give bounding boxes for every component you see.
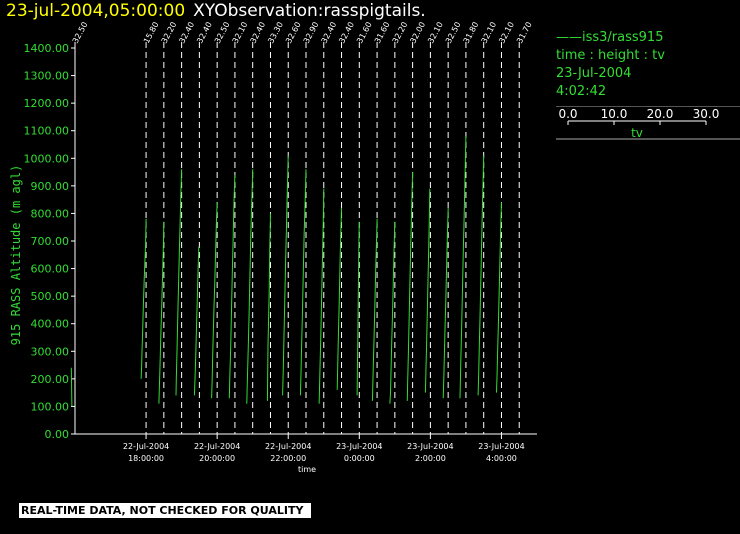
x-tick-date: 22-Jul-2004 — [265, 442, 311, 451]
profile-label: 31.70 — [515, 20, 534, 44]
y-axis-label: 915 RASS Altitude (m agl) — [9, 165, 23, 346]
profile-label: 32.50 — [213, 20, 232, 44]
profile-label: 32.40 — [195, 20, 214, 44]
profile-line — [406, 172, 414, 401]
profile-line — [389, 221, 396, 404]
tv-scale: 0.0 10.0 20.0 30.0 tv — [556, 106, 740, 140]
profile-line — [336, 207, 342, 390]
profile-line — [496, 202, 502, 393]
profile-line — [318, 188, 325, 404]
scale-tick-label: 20.0 — [647, 107, 674, 121]
legend-series-name: iss3/rass915 — [582, 30, 664, 45]
y-tick-label: 0.00 — [45, 428, 70, 441]
scale-label: tv — [631, 126, 643, 140]
scale-tick-label: 0.0 — [558, 107, 577, 121]
x-tick-time: 2:00:00 — [415, 454, 446, 463]
profile-label: 32.40 — [337, 20, 356, 44]
legend-variable: time : height : tv — [556, 48, 665, 63]
profile-line — [299, 169, 307, 396]
y-tick-label: 1300.00 — [24, 70, 70, 83]
profile-line — [211, 202, 218, 399]
profile-line — [442, 207, 449, 399]
profile-label: 32.50 — [71, 20, 90, 44]
profile-line — [246, 169, 254, 404]
series-lines — [70, 136, 502, 407]
profile-label: 32.90 — [302, 20, 321, 44]
y-tick-label: 600.00 — [31, 263, 70, 276]
scale-tick-label: 10.0 — [601, 107, 628, 121]
y-tick-label: 200.00 — [31, 373, 70, 386]
y-tick-label: 100.00 — [31, 400, 70, 413]
profile-line — [70, 367, 73, 407]
profile-label: 31.80 — [462, 20, 481, 44]
legend: ——iss3/rass915 time : height : tv 23-Jul… — [556, 29, 740, 101]
scale-tick-label: 30.0 — [693, 107, 720, 121]
profile-label: 32.40 — [177, 20, 196, 44]
y-tick-label: 1000.00 — [24, 152, 70, 165]
quality-disclaimer: REAL-TIME DATA, NOT CHECKED FOR QUALITY — [19, 503, 312, 518]
profile-line — [140, 218, 147, 379]
profile-label: 32.10 — [480, 20, 499, 44]
profile-line — [459, 136, 467, 399]
profile-line — [193, 246, 200, 396]
x-tick-time: 4:00:00 — [486, 454, 517, 463]
legend-line-marker: —— — [556, 30, 582, 45]
profile-label: 32.00 — [408, 20, 427, 44]
y-tick-label: 300.00 — [31, 345, 70, 358]
profile-line — [228, 174, 236, 399]
x-tick-date: 22-Jul-2004 — [194, 442, 240, 451]
profile-label: 31.60 — [355, 20, 374, 44]
x-tick-date: 23-Jul-2004 — [478, 442, 524, 451]
x-tick-time: 22:00:00 — [270, 454, 306, 463]
profile-label: 32.10 — [231, 20, 250, 44]
profile-line — [424, 188, 431, 393]
y-tick-label: 1200.00 — [24, 97, 70, 110]
profile-label: 32.40 — [249, 20, 268, 44]
profile-label: 32.10 — [497, 20, 516, 44]
profile-label: 32.60 — [284, 20, 303, 44]
profile-line — [371, 218, 378, 401]
profile-label: 32.20 — [160, 20, 179, 44]
profile-line — [356, 221, 360, 396]
legend-date: 23-Jul-2004 — [556, 66, 632, 81]
profile-label: 32.10 — [426, 20, 445, 44]
profile-line — [282, 155, 289, 396]
x-tick-time: 20:00:00 — [199, 454, 235, 463]
profile-label: 32.20 — [391, 20, 410, 44]
legend-clock: 4:02:42 — [556, 84, 607, 99]
axes: 0.00 100.00 200.00 300.00 400.00 500.00 600.00… — [9, 42, 537, 474]
profile-label: 32.40 — [320, 20, 339, 44]
x-tick-time: 18:00:00 — [128, 454, 164, 463]
profile-labels: 32.50 15.80 32.20 32.40 32.40 32.50 32.10 32.40… — [71, 20, 534, 44]
y-tick-label: 700.00 — [31, 235, 70, 248]
x-tick-date: 22-Jul-2004 — [123, 442, 169, 451]
y-tick-label: 1100.00 — [24, 125, 70, 138]
profile-label: 31.60 — [373, 20, 392, 44]
y-tick-label: 900.00 — [31, 180, 70, 193]
y-tick-label: 800.00 — [31, 207, 70, 220]
x-tick-time: 0:00:00 — [344, 454, 375, 463]
y-tick-label: 1400.00 — [24, 42, 70, 55]
legend-series: ——iss3/rass915 — [556, 29, 740, 47]
profile-line — [477, 155, 485, 396]
y-tick-label: 400.00 — [31, 318, 70, 331]
x-tick-date: 23-Jul-2004 — [336, 442, 382, 451]
x-tick-date: 23-Jul-2004 — [407, 442, 453, 451]
x-axis-label: time — [298, 465, 316, 474]
profile-line — [158, 221, 165, 404]
profile-label: 32.50 — [444, 20, 463, 44]
y-tick-label: 500.00 — [31, 290, 70, 303]
profile-line — [175, 169, 183, 396]
profile-label: 15.80 — [142, 20, 161, 44]
profile-label: 33.30 — [266, 20, 285, 44]
